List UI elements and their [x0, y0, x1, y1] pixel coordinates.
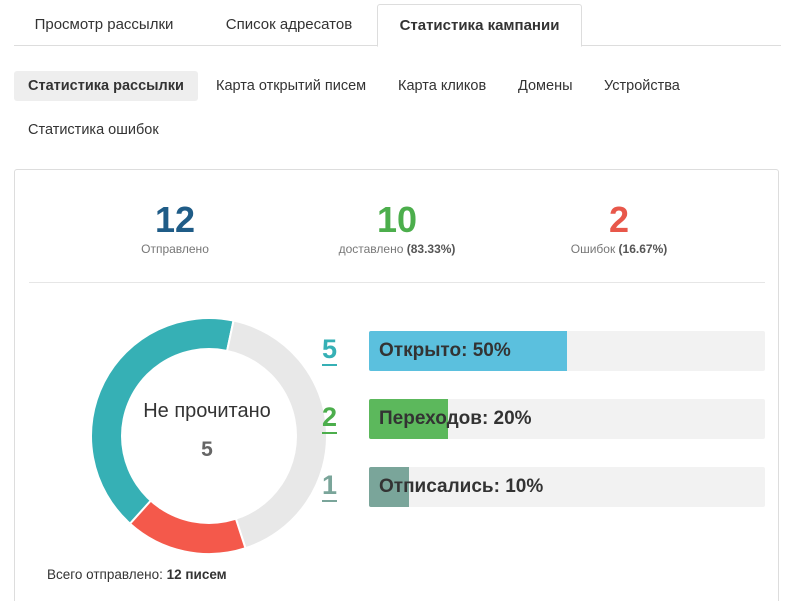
stat-errors-text: Ошибок — [570, 242, 616, 256]
clicks-count-link[interactable]: 2 — [322, 402, 338, 434]
stat-errors-pct: (16.67%) — [618, 242, 668, 256]
unsubscribed-bar: Отписались: 10% — [369, 467, 765, 507]
stat-delivered-text: доставлено — [338, 242, 404, 256]
clicks-bar-label: Переходов: 20% — [379, 408, 532, 429]
opened-bar-label: Открыто: 50% — [379, 340, 511, 361]
unread-donut-chart — [90, 317, 328, 555]
stat-delivered-value: 10 — [376, 199, 418, 240]
donut-hole — [121, 348, 297, 524]
stat-errors-label: Ошибок (16.67%) — [519, 242, 719, 256]
top-tabs: Просмотр рассылки Список адресатов Стати… — [14, 4, 781, 47]
subtab-click-map[interactable]: Карта кликов — [384, 71, 500, 101]
divider — [29, 282, 765, 283]
subtab-open-map[interactable]: Карта открытий писем — [202, 71, 380, 101]
unsubscribed-count-link[interactable]: 1 — [322, 470, 338, 502]
subtab-mailing-stats[interactable]: Статистика рассылки — [14, 71, 198, 101]
stat-errors: 2 Ошибок (16.67%) — [519, 199, 719, 257]
tab-recipient-list[interactable]: Список адресатов — [214, 4, 364, 46]
opened-count-link[interactable]: 5 — [322, 334, 338, 366]
tab-campaign-stats[interactable]: Статистика кампании — [377, 4, 582, 47]
donut-center-label: Не прочитано — [143, 400, 271, 422]
stat-sent-label: Отправлено — [141, 242, 209, 256]
stat-errors-value: 2 — [608, 199, 630, 240]
stats-panel: 12 Отправлено 10 доставлено (83.33%) 2 О… — [14, 169, 779, 601]
subtab-devices[interactable]: Устройства — [590, 71, 694, 101]
tab-mailing-preview[interactable]: Просмотр рассылки — [24, 4, 184, 46]
subtab-domains[interactable]: Домены — [504, 71, 587, 101]
stat-sent-value: 12 — [154, 199, 196, 240]
unsubscribed-bar-label: Отписались: 10% — [379, 476, 544, 497]
total-sent: Всего отправлено: 12 писем — [47, 567, 227, 582]
stat-sent: 12 Отправлено — [75, 199, 275, 257]
total-sent-value: 12 писем — [166, 567, 227, 582]
total-sent-label: Всего отправлено: — [47, 567, 163, 582]
clicks-bar: Переходов: 20% — [369, 399, 765, 439]
opened-bar: Открыто: 50% — [369, 331, 765, 371]
stat-delivered-label: доставлено (83.33%) — [297, 242, 497, 256]
subtab-error-stats[interactable]: Статистика ошибок — [14, 115, 173, 145]
stat-delivered: 10 доставлено (83.33%) — [297, 199, 497, 257]
stat-delivered-pct: (83.33%) — [406, 242, 456, 256]
donut-center-value: 5 — [201, 438, 213, 461]
